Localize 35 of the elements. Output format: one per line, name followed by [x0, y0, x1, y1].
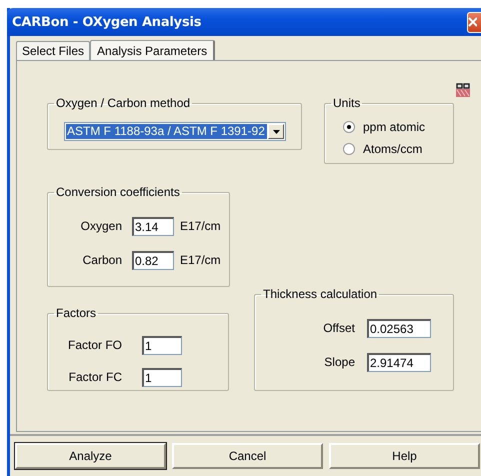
dropdown-arrow-button[interactable]: [268, 124, 284, 139]
method-dropdown[interactable]: ASTM F 1188-93a / ASTM F 1391-92: [64, 122, 286, 141]
input-field[interactable]: 0.82: [132, 250, 174, 270]
group-title: Thickness calculation: [262, 287, 378, 301]
close-button[interactable]: [467, 12, 481, 32]
group-title: Factors: [55, 306, 98, 320]
co-logo-icon: [456, 83, 470, 97]
radio-label[interactable]: Atoms/ccm: [363, 142, 422, 156]
field-label: Carbon: [82, 253, 123, 267]
input-field[interactable]: 2.91474: [367, 352, 431, 372]
dialog-button[interactable]: Help: [329, 443, 480, 469]
field-label: Factor FC: [68, 370, 123, 384]
group-title: Conversion coefficients: [55, 185, 181, 199]
input-field[interactable]: 3.14: [132, 216, 174, 236]
tab[interactable]: Analysis Parameters: [90, 40, 216, 61]
field-label: Offset: [322, 321, 356, 335]
unit-label: E17/cm: [180, 253, 221, 267]
input-field[interactable]: 1: [142, 336, 182, 354]
tab[interactable]: Select Files: [16, 41, 90, 60]
caret-icon: [272, 130, 280, 134]
field-label: Oxygen: [80, 219, 123, 233]
field-label: Factor FO: [66, 338, 123, 352]
input-field[interactable]: 0.02563: [367, 318, 431, 338]
dialog-button[interactable]: Analyze: [15, 443, 166, 469]
group-title: Units: [332, 96, 362, 110]
close-icon: [468, 17, 477, 27]
radio-button[interactable]: [343, 143, 355, 155]
unit-label: E17/cm: [180, 219, 221, 233]
dialog-button[interactable]: Cancel: [172, 443, 323, 469]
field-label: Slope: [323, 355, 356, 369]
radio-button[interactable]: [343, 121, 355, 133]
input-field[interactable]: 1: [142, 368, 182, 386]
group-title: Oxygen / Carbon method: [55, 96, 192, 110]
window-title: CARBon - OXygen Analysis: [12, 14, 202, 30]
radio-label[interactable]: ppm atomic: [363, 120, 426, 134]
